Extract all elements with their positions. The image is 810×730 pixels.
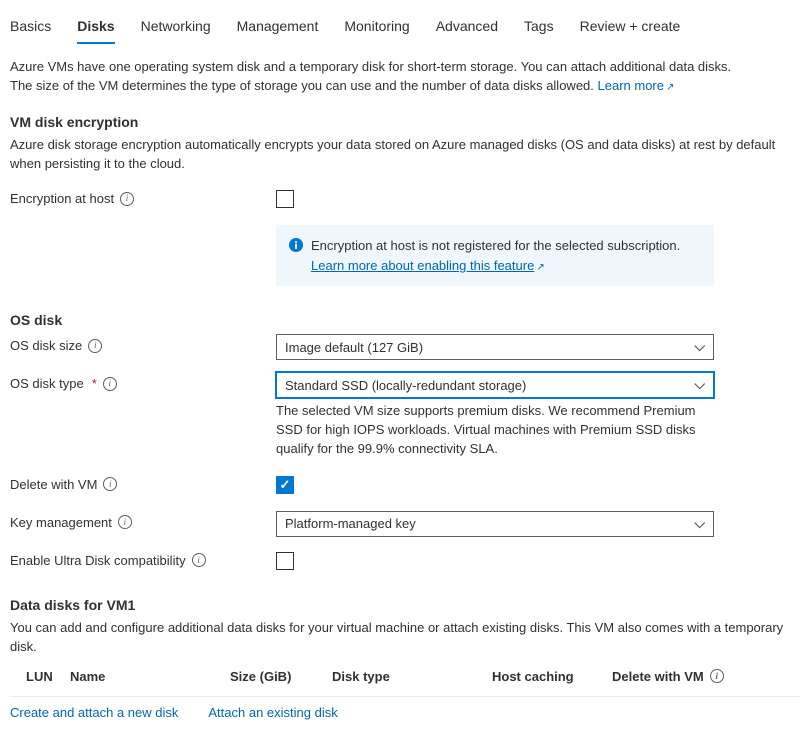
- external-link-icon: ↗: [536, 260, 544, 275]
- os-disk-size-label: OS disk size: [10, 338, 82, 353]
- col-disk-type: Disk type: [332, 669, 492, 684]
- info-icon[interactable]: i: [118, 515, 132, 529]
- info-icon[interactable]: i: [103, 477, 117, 491]
- os-disk-size-select[interactable]: Image default (127 GiB): [276, 334, 714, 360]
- key-management-select[interactable]: Platform-managed key: [276, 511, 714, 537]
- info-icon[interactable]: i: [120, 192, 134, 206]
- col-size: Size (GiB): [230, 669, 332, 684]
- info-icon[interactable]: i: [88, 339, 102, 353]
- col-delete-with-vm: Delete with VM: [612, 669, 704, 684]
- tab-basics[interactable]: Basics: [10, 18, 51, 43]
- intro-text: Azure VMs have one operating system disk…: [10, 58, 800, 96]
- create-attach-disk-link[interactable]: Create and attach a new disk: [10, 705, 178, 720]
- vm-disk-encryption-header: VM disk encryption: [10, 114, 800, 130]
- delete-with-vm-checkbox[interactable]: [276, 476, 294, 494]
- tab-advanced[interactable]: Advanced: [436, 18, 498, 43]
- key-management-label: Key management: [10, 515, 112, 530]
- required-indicator: *: [92, 376, 97, 391]
- encryption-at-host-label: Encryption at host: [10, 191, 114, 206]
- ultra-disk-checkbox[interactable]: [276, 552, 294, 570]
- col-name: Name: [70, 669, 230, 684]
- data-disks-desc: You can add and configure additional dat…: [10, 619, 800, 657]
- os-disk-header: OS disk: [10, 312, 800, 328]
- learn-more-link[interactable]: Learn more↗: [598, 78, 675, 93]
- external-link-icon: ↗: [666, 81, 674, 96]
- info-icon[interactable]: i: [710, 669, 724, 683]
- tab-networking[interactable]: Networking: [141, 18, 211, 43]
- tab-bar: Basics Disks Networking Management Monit…: [10, 10, 800, 44]
- ultra-disk-label: Enable Ultra Disk compatibility: [10, 553, 186, 568]
- intro-line2: The size of the VM determines the type o…: [10, 78, 594, 93]
- encryption-at-host-checkbox[interactable]: [276, 190, 294, 208]
- tab-disks[interactable]: Disks: [77, 18, 114, 44]
- os-disk-type-helper: The selected VM size supports premium di…: [276, 402, 714, 459]
- os-disk-type-select[interactable]: Standard SSD (locally-redundant storage): [276, 372, 714, 398]
- tab-monitoring[interactable]: Monitoring: [344, 18, 409, 43]
- encryption-info-banner: Encryption at host is not registered for…: [276, 225, 714, 286]
- tab-management[interactable]: Management: [237, 18, 319, 43]
- banner-learn-more-link[interactable]: Learn more about enabling this feature↗: [311, 258, 545, 273]
- col-host-caching: Host caching: [492, 669, 612, 684]
- attach-existing-disk-link[interactable]: Attach an existing disk: [208, 705, 337, 720]
- info-icon[interactable]: i: [103, 377, 117, 391]
- banner-text: Encryption at host is not registered for…: [311, 238, 680, 253]
- os-disk-type-label: OS disk type: [10, 376, 84, 391]
- delete-with-vm-label: Delete with VM: [10, 477, 97, 492]
- intro-line1: Azure VMs have one operating system disk…: [10, 59, 731, 74]
- tab-review[interactable]: Review + create: [580, 18, 681, 43]
- info-icon[interactable]: i: [192, 553, 206, 567]
- info-circle-icon: [289, 237, 303, 258]
- tab-tags[interactable]: Tags: [524, 18, 554, 43]
- vm-disk-encryption-desc: Azure disk storage encryption automatica…: [10, 136, 800, 174]
- data-disks-header: Data disks for VM1: [10, 597, 800, 613]
- data-disks-table-header: LUN Name Size (GiB) Disk type Host cachi…: [10, 661, 800, 694]
- col-lun: LUN: [10, 669, 70, 684]
